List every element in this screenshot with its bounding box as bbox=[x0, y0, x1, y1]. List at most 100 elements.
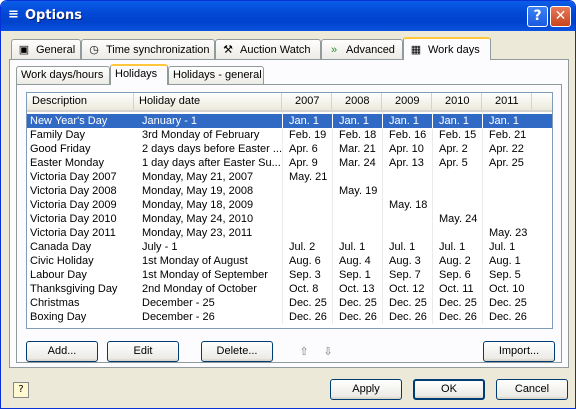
tab-label: Work days bbox=[428, 43, 480, 56]
cell-holiday-date: July - 1 bbox=[142, 241, 178, 253]
table-row[interactable]: Christmas December - 25 Dec. 25 Dec. 25 Dec.… bbox=[27, 296, 552, 310]
cell-2010 bbox=[432, 170, 482, 184]
table-row[interactable]: Victoria Day 2008 Monday, May 19, 2008 May… bbox=[27, 184, 552, 198]
cell-2007 bbox=[282, 184, 332, 198]
cell-holiday-date: 1 day days after Easter Su... bbox=[142, 157, 281, 169]
add-button[interactable]: Add... bbox=[26, 341, 98, 362]
table-row[interactable]: Canada Day July - 1 Jul. 2 Jul. 1 Jul. 1 Jul.… bbox=[27, 240, 552, 254]
cell-holiday-date: Monday, May 19, 2008 bbox=[142, 185, 254, 197]
tab-advanced[interactable]: » Advanced bbox=[321, 39, 403, 59]
table-row[interactable]: Good Friday 2 days days before Easter ...… bbox=[27, 142, 552, 156]
cell-description: Victoria Day 2010 bbox=[30, 213, 117, 225]
tab-work-days[interactable]: ▦ Work days bbox=[403, 37, 491, 60]
cell-2009: Feb. 16 bbox=[382, 128, 432, 142]
tab-general[interactable]: ▣ General bbox=[11, 39, 81, 59]
column-header-2011[interactable]: 2011 bbox=[482, 93, 532, 110]
cell-2009 bbox=[382, 170, 432, 184]
cell-2010: Aug. 2 bbox=[432, 254, 482, 268]
tab-holidays-general[interactable]: Holidays - general bbox=[168, 66, 264, 84]
chevron-down-icon: ≡ bbox=[8, 7, 19, 22]
cell-2007: Dec. 25 bbox=[282, 296, 332, 310]
move-up-icon[interactable]: ⇧ bbox=[297, 345, 311, 359]
table-row[interactable]: Victoria Day 2007 Monday, May 21, 2007 May… bbox=[27, 170, 552, 184]
delete-button[interactable]: Delete... bbox=[201, 341, 273, 362]
table-row[interactable]: New Year's Day January - 1 Jan. 1 Jan. 1 Jan… bbox=[27, 114, 552, 128]
cell-2009: Aug. 3 bbox=[382, 254, 432, 268]
cell-holiday-date: 2 days days before Easter ... bbox=[142, 143, 282, 155]
tab-work-days-hours[interactable]: Work days/hours bbox=[16, 66, 110, 84]
cell-description: Victoria Day 2007 bbox=[30, 171, 117, 183]
cell-2011: Dec. 26 bbox=[482, 310, 532, 324]
cancel-button[interactable]: Cancel bbox=[496, 379, 568, 400]
tab-auction-watch[interactable]: ⚒ Auction Watch bbox=[215, 39, 321, 59]
table-row[interactable]: Civic Holiday 1st Monday of August Aug. 6A… bbox=[27, 254, 552, 268]
apply-button[interactable]: Apply bbox=[330, 379, 402, 400]
table-row[interactable]: Victoria Day 2011 Monday, May 23, 2011 May… bbox=[27, 226, 552, 240]
holidays-table[interactable]: Description Holiday date 2007 2008 2009 … bbox=[26, 92, 553, 329]
monitor-icon: ▣ bbox=[18, 43, 30, 56]
table-row[interactable]: Labour Day 1st Monday of September Sep. 3S… bbox=[27, 268, 552, 282]
column-header-holiday-date[interactable]: Holiday date bbox=[134, 93, 282, 110]
cell-2007: May. 21 bbox=[282, 170, 332, 184]
cell-2008: Mar. 24 bbox=[332, 156, 382, 170]
cell-2007: Apr. 6 bbox=[282, 142, 332, 156]
column-header-2010[interactable]: 2010 bbox=[432, 93, 482, 110]
tab-label: Time synchronization bbox=[106, 43, 210, 56]
cell-2011: Apr. 22 bbox=[482, 142, 532, 156]
cell-2009: Jan. 1 bbox=[382, 114, 432, 128]
column-header-2009[interactable]: 2009 bbox=[382, 93, 432, 110]
column-header-2007[interactable]: 2007 bbox=[282, 93, 332, 110]
cell-2010 bbox=[432, 226, 482, 240]
cell-description: Victoria Day 2011 bbox=[30, 227, 116, 239]
cell-2007: Jul. 2 bbox=[282, 240, 332, 254]
holidays-panel: Description Holiday date 2007 2008 2009 … bbox=[16, 84, 562, 363]
window-title: Options bbox=[25, 8, 82, 23]
table-row[interactable]: Family Day 3rd Monday of February Feb. 19 F… bbox=[27, 128, 552, 142]
ok-button[interactable]: OK bbox=[413, 379, 485, 400]
cell-2009: Oct. 12 bbox=[382, 282, 432, 296]
help-icon[interactable]: ? bbox=[13, 382, 29, 398]
cell-2008: Aug. 4 bbox=[332, 254, 382, 268]
cell-2010 bbox=[432, 184, 482, 198]
cell-2008: Sep. 1 bbox=[332, 268, 382, 282]
clock-icon: ◷ bbox=[89, 43, 99, 56]
cell-2010: Apr. 5 bbox=[432, 156, 482, 170]
cell-2009: Jul. 1 bbox=[382, 240, 432, 254]
cell-2008: Jul. 1 bbox=[332, 240, 382, 254]
cell-2008 bbox=[332, 198, 382, 212]
cell-2011: Dec. 25 bbox=[482, 296, 532, 310]
column-header-description[interactable]: Description bbox=[27, 93, 134, 110]
close-button[interactable]: ✕ bbox=[550, 6, 571, 27]
cell-description: Victoria Day 2008 bbox=[30, 185, 117, 197]
cell-2008: May. 19 bbox=[332, 184, 382, 198]
cell-description: Easter Monday bbox=[30, 157, 104, 169]
import-button[interactable]: Import... bbox=[483, 341, 555, 362]
table-row[interactable]: Boxing Day December - 26 Dec. 26 Dec. 26 Dec… bbox=[27, 310, 552, 324]
title-bar[interactable]: ≡ Options ? ✕ bbox=[1, 1, 575, 31]
table-row[interactable]: Thanksgiving Day 2nd Monday of October Oct… bbox=[27, 282, 552, 296]
column-header-2008[interactable]: 2008 bbox=[332, 93, 382, 110]
double-arrow-icon: » bbox=[330, 43, 338, 56]
cell-2011 bbox=[482, 170, 532, 184]
cell-2011: Apr. 25 bbox=[482, 156, 532, 170]
cell-2008: Dec. 26 bbox=[332, 310, 382, 324]
tab-holidays[interactable]: Holidays bbox=[110, 64, 168, 85]
cell-2008: Mar. 21 bbox=[332, 142, 382, 156]
cell-holiday-date: Monday, May 21, 2007 bbox=[142, 171, 254, 183]
cell-2011: Sep. 5 bbox=[482, 268, 532, 282]
cell-2007: Oct. 8 bbox=[282, 282, 332, 296]
cell-2007: Apr. 9 bbox=[282, 156, 332, 170]
table-row[interactable]: Victoria Day 2010 Monday, May 24, 2010 May… bbox=[27, 212, 552, 226]
tab-time-synchronization[interactable]: ◷ Time synchronization bbox=[81, 39, 215, 59]
cell-holiday-date: Monday, May 24, 2010 bbox=[142, 213, 254, 225]
move-down-icon[interactable]: ⇩ bbox=[321, 345, 335, 359]
cell-2011: Jul. 1 bbox=[482, 240, 532, 254]
cell-2010 bbox=[432, 198, 482, 212]
help-button[interactable]: ? bbox=[527, 6, 548, 27]
table-row[interactable]: Victoria Day 2009 Monday, May 18, 2009 May… bbox=[27, 198, 552, 212]
table-row[interactable]: Easter Monday 1 day days after Easter Su.… bbox=[27, 156, 552, 170]
cell-2008: Dec. 25 bbox=[332, 296, 382, 310]
cell-2010: Feb. 15 bbox=[432, 128, 482, 142]
edit-button[interactable]: Edit bbox=[107, 341, 179, 362]
cell-2011: Oct. 10 bbox=[482, 282, 532, 296]
